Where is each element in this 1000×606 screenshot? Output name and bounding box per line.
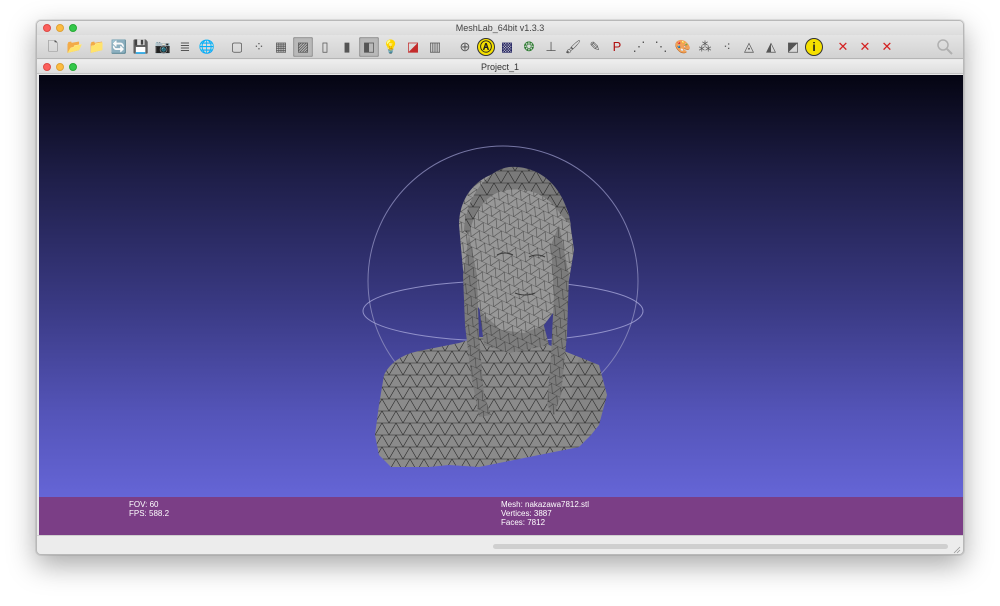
align-icon[interactable]: ⋱ xyxy=(651,37,671,57)
wireframe-icon[interactable]: ▦ xyxy=(271,37,291,57)
meshlab-window: MeshLab_64bit v1.3.3 🗋 📂 📁 🔄 💾 📷 ≣ 🌐 ▢ ⁘ ▦ ▨ ▯ ▮ ◧ 💡 ◪ ▥ ⊕… xyxy=(36,20,964,555)
fancy-lighting-icon[interactable]: ▥ xyxy=(425,37,445,57)
open-folder-icon[interactable]: 📂 xyxy=(65,37,85,57)
document-zoom-button[interactable] xyxy=(69,63,77,71)
layers-icon[interactable]: ≣ xyxy=(175,37,195,57)
fov-label: FOV: 60 xyxy=(129,500,159,509)
close-button[interactable] xyxy=(43,24,51,32)
horizontal-scrollbar[interactable] xyxy=(493,544,948,549)
radiance-icon[interactable]: ❂ xyxy=(519,37,539,57)
texture-icon[interactable]: ▩ xyxy=(497,37,517,57)
faces-label: Faces: 7812 xyxy=(501,518,546,527)
globe-icon[interactable]: 🌐 xyxy=(197,37,217,57)
new-document-icon[interactable]: 🗋 xyxy=(43,37,63,57)
zoom-button[interactable] xyxy=(69,24,77,32)
document-minimize-button[interactable] xyxy=(56,63,64,71)
window-title: MeshLab_64bit v1.3.3 xyxy=(455,23,545,33)
info-icon[interactable]: i xyxy=(805,37,823,56)
select-faces-icon[interactable]: ◬ xyxy=(739,37,759,57)
light-bulb-icon[interactable]: 💡 xyxy=(381,37,401,57)
open-project-icon[interactable]: 📁 xyxy=(87,37,107,57)
mesh-render xyxy=(362,145,644,467)
points-icon[interactable]: ⁘ xyxy=(249,37,269,57)
axis-icon[interactable]: ⊥ xyxy=(541,37,561,57)
bounding-box-icon[interactable]: ▢ xyxy=(227,37,247,57)
3d-viewport[interactable] xyxy=(39,75,963,497)
pick-points-icon[interactable]: P xyxy=(607,37,627,57)
color-icon[interactable]: 🎨 xyxy=(673,37,693,57)
measure-icon[interactable]: ⋰ xyxy=(629,37,649,57)
reference-icon[interactable]: ⁂ xyxy=(695,37,715,57)
mesh-info: Mesh: nakazawa7812.stl Vertices: 3887 Fa… xyxy=(501,500,589,527)
fps-label: FPS: 588.2 xyxy=(129,509,170,518)
flat-icon[interactable]: ▮ xyxy=(337,37,357,57)
bust-mesh xyxy=(375,166,607,467)
resize-grip-icon[interactable] xyxy=(953,546,961,554)
vertices-label: Vertices: 3887 xyxy=(501,509,552,518)
magnifier-icon[interactable] xyxy=(935,37,955,57)
info-overlay: FOV: 60 FPS: 588.2 Mesh: nakazawa7812.st… xyxy=(39,497,963,535)
annotation-icon[interactable]: Ⓐ xyxy=(477,37,495,56)
select-connected-icon[interactable]: ◭ xyxy=(761,37,781,57)
paint-icon[interactable]: 🖌 xyxy=(563,37,583,57)
delete-vertices-icon[interactable]: ✕ xyxy=(833,37,853,57)
reload-icon[interactable]: 🔄 xyxy=(109,37,129,57)
delete-all-icon[interactable]: ✕ xyxy=(877,37,897,57)
save-icon[interactable]: 💾 xyxy=(131,37,151,57)
select-vertex-icon[interactable]: ⁖ xyxy=(717,37,737,57)
window-titlebar[interactable]: MeshLab_64bit v1.3.3 xyxy=(37,21,963,35)
document-close-button[interactable] xyxy=(43,63,51,71)
hidden-lines-icon[interactable]: ▨ xyxy=(293,36,313,57)
trackball-icon[interactable]: ⊕ xyxy=(455,37,475,57)
document-titlebar[interactable]: Project_1 xyxy=(37,60,963,74)
smooth-icon[interactable]: ◧ xyxy=(359,36,379,57)
mesh-name-label: Mesh: nakazawa7812.stl xyxy=(501,500,590,509)
delete-faces-icon[interactable]: ✕ xyxy=(855,37,875,57)
view-info: FOV: 60 FPS: 588.2 xyxy=(129,500,169,518)
gradient-icon[interactable]: ◩ xyxy=(783,37,803,57)
minimize-button[interactable] xyxy=(56,24,64,32)
document-title: Project_1 xyxy=(480,62,520,72)
brush-icon[interactable]: ✎ xyxy=(585,37,605,57)
double-side-icon[interactable]: ◪ xyxy=(403,37,423,57)
snapshot-icon[interactable]: 📷 xyxy=(153,37,173,57)
main-toolbar: 🗋 📂 📁 🔄 💾 📷 ≣ 🌐 ▢ ⁘ ▦ ▨ ▯ ▮ ◧ 💡 ◪ ▥ ⊕ Ⓐ ▩ ❂ ⊥ 🖌 ✎ P ⋰ ⋱ 🎨 ⁂ ⁖ ◬ ◭ ◩ i ✕ ✕ ✕ xyxy=(37,35,963,59)
status-bar xyxy=(37,535,963,554)
flat-lines-icon[interactable]: ▯ xyxy=(315,37,335,57)
